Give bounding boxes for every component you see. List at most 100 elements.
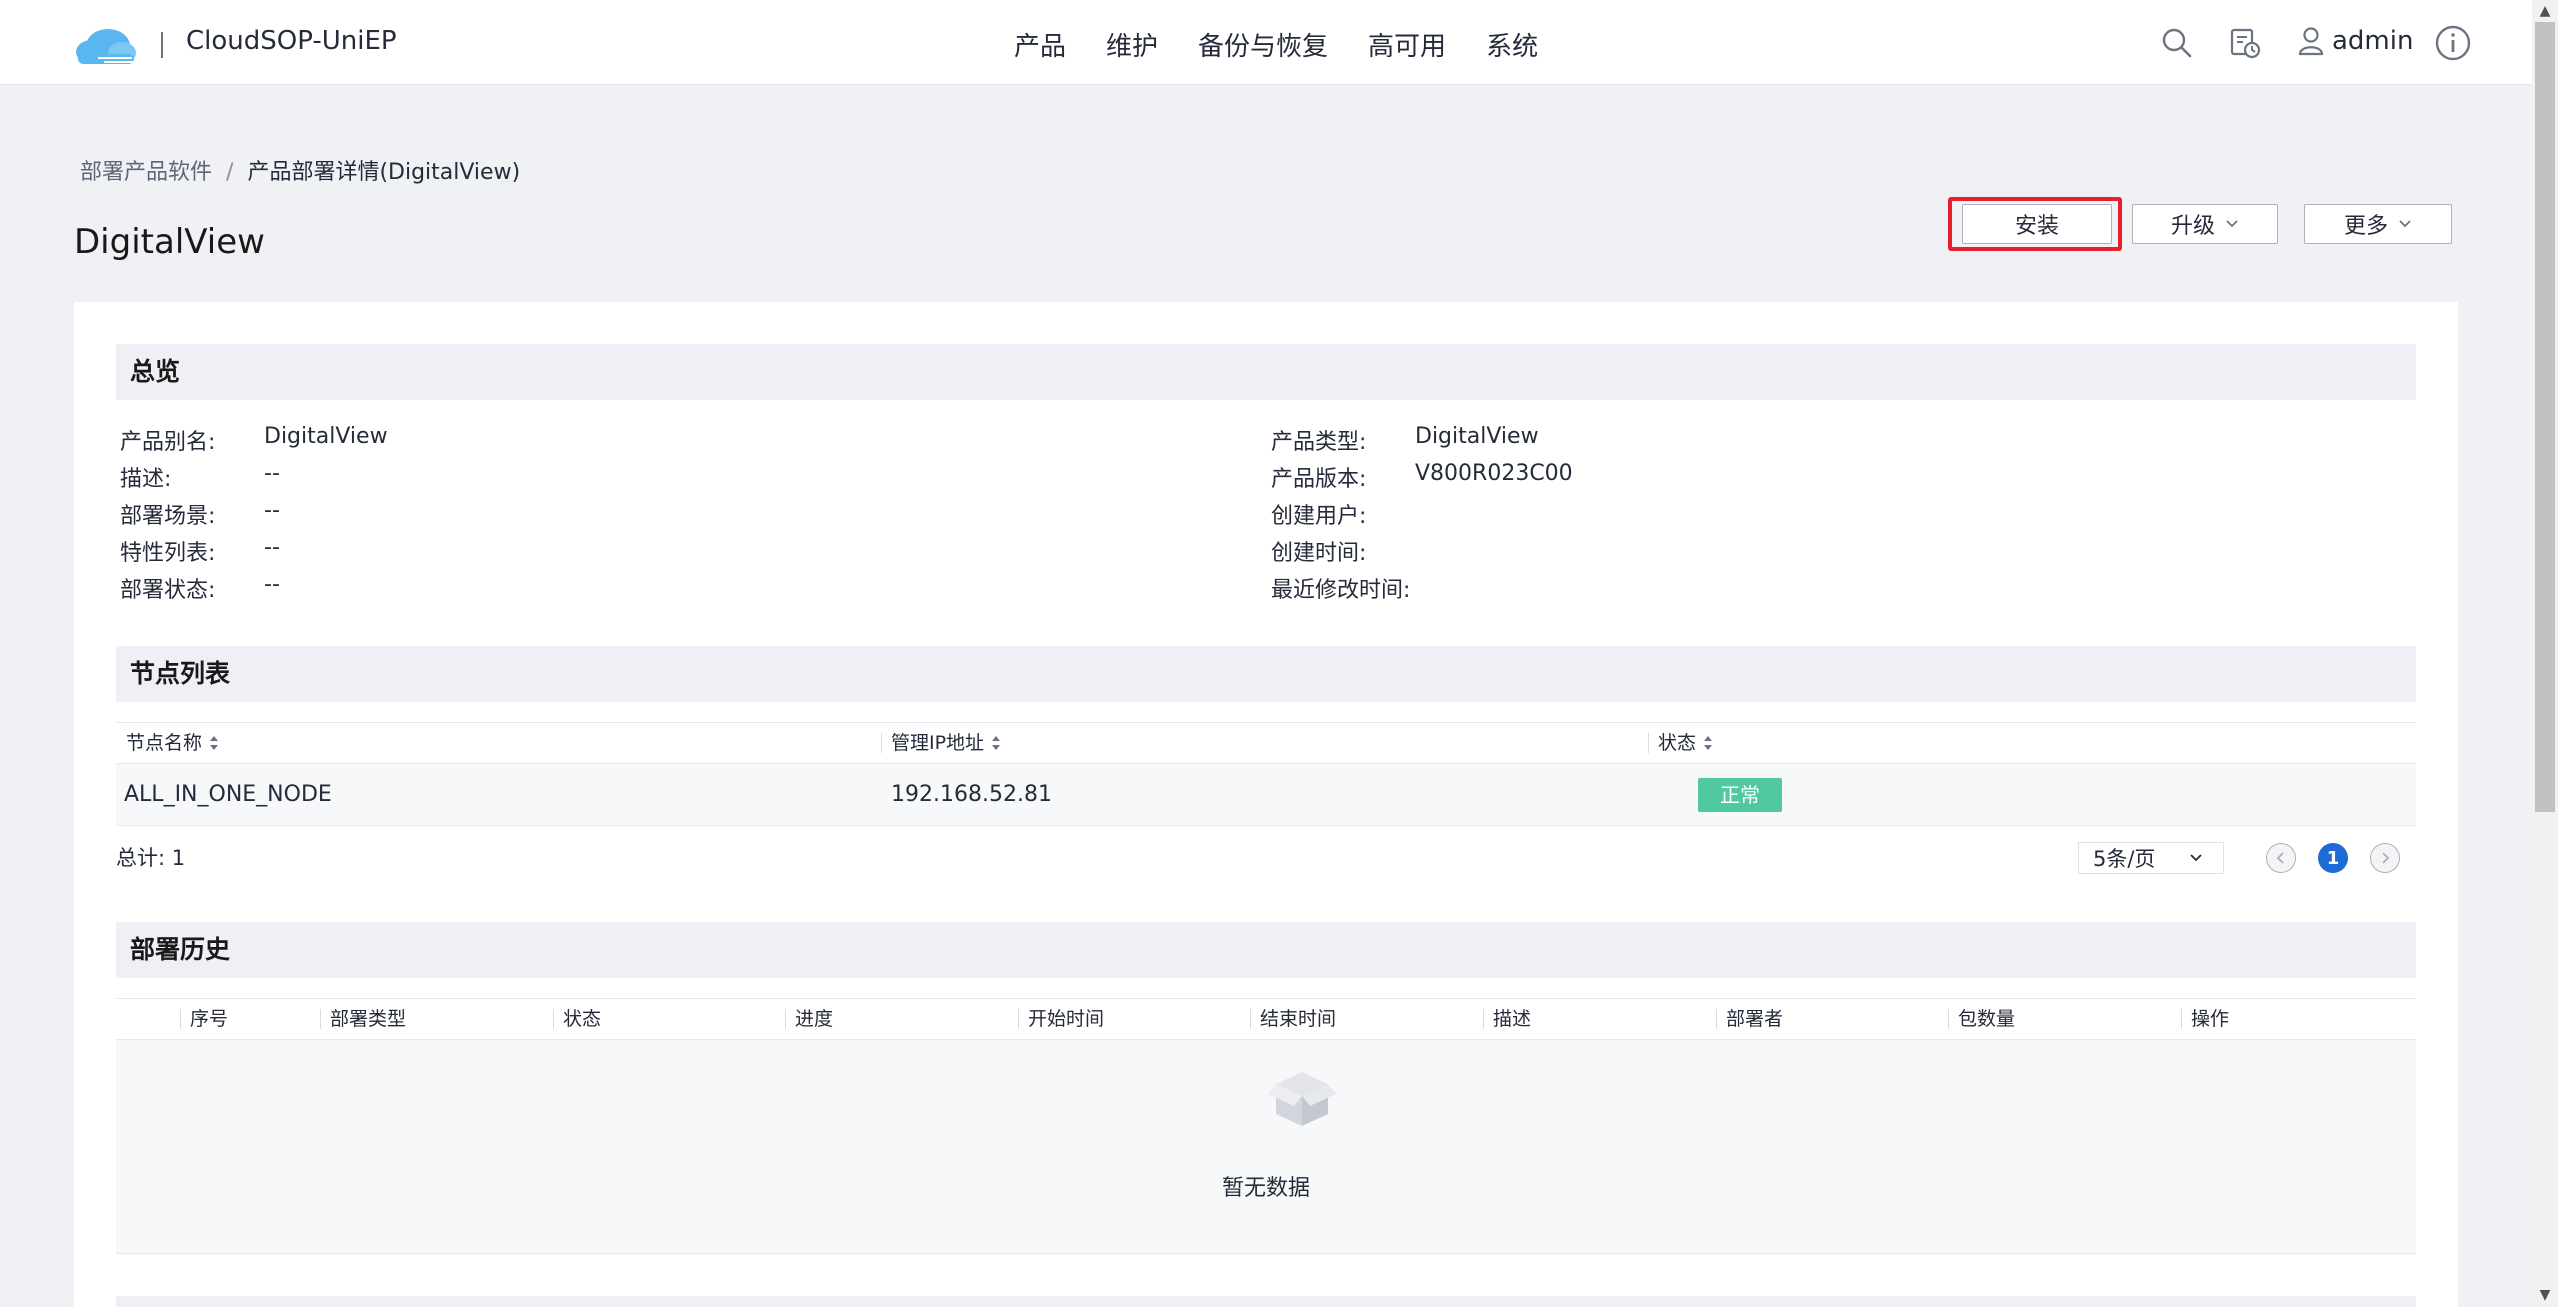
deploy-history-heading: 部署历史 bbox=[116, 922, 2416, 978]
column-header-mgmt-ip[interactable]: 管理IP地址 bbox=[891, 723, 1002, 763]
install-button[interactable]: 安装 bbox=[1962, 204, 2112, 244]
breadcrumb-parent-link[interactable]: 部署产品软件 bbox=[80, 160, 212, 185]
field-label: 描述: bbox=[120, 467, 172, 492]
breadcrumb: 部署产品软件 / 产品部署详情(DigitalView) bbox=[80, 154, 520, 186]
scrollbar-thumb[interactable] bbox=[2535, 22, 2555, 812]
field-label: 产品别名: bbox=[120, 430, 216, 455]
field-label: 产品版本: bbox=[1271, 467, 1367, 492]
install-button-label: 安装 bbox=[2014, 214, 2059, 239]
field-label: 部署状态: bbox=[120, 578, 216, 603]
field-value: -- bbox=[264, 572, 280, 597]
chevron-down-icon bbox=[2190, 854, 2203, 862]
chevron-down-icon bbox=[2399, 220, 2411, 228]
column-divider bbox=[1948, 1009, 1949, 1029]
chevron-right-icon bbox=[2382, 852, 2390, 864]
field-label: 部署场景: bbox=[120, 504, 216, 529]
column-header-label: 状态 bbox=[1658, 732, 1697, 754]
next-page-button[interactable] bbox=[2370, 843, 2400, 873]
column-divider bbox=[180, 1009, 181, 1029]
more-button[interactable]: 更多 bbox=[2304, 204, 2452, 244]
scroll-down-arrow-icon[interactable]: ▼ bbox=[2536, 1286, 2554, 1304]
info-icon[interactable] bbox=[2434, 24, 2472, 62]
main-nav: 产品 维护 备份与恢复 高可用 系统 bbox=[1014, 26, 1538, 63]
column-header-description[interactable]: 描述 bbox=[1493, 999, 1531, 1039]
column-header-status[interactable]: 状态 bbox=[1658, 723, 1714, 763]
page-number-current[interactable]: 1 bbox=[2318, 843, 2348, 873]
column-divider bbox=[1648, 733, 1649, 753]
column-header-package-count[interactable]: 包数量 bbox=[1958, 999, 2015, 1039]
search-icon[interactable] bbox=[2160, 26, 2194, 60]
field-label: 创建用户: bbox=[1271, 504, 1367, 529]
more-button-label: 更多 bbox=[2343, 214, 2388, 239]
column-divider bbox=[881, 733, 882, 753]
column-header-end-time[interactable]: 结束时间 bbox=[1260, 999, 1336, 1039]
breadcrumb-separator: / bbox=[226, 160, 234, 185]
breadcrumb-current: 产品部署详情(DigitalView) bbox=[247, 160, 521, 185]
column-header-label: 管理IP地址 bbox=[891, 732, 985, 754]
next-section-heading-edge bbox=[116, 1296, 2416, 1307]
field-value: -- bbox=[264, 498, 280, 523]
node-table-header: 节点名称 管理IP地址 状态 bbox=[116, 722, 2416, 764]
field-label: 创建时间: bbox=[1271, 541, 1367, 566]
node-ip-cell: 192.168.52.81 bbox=[891, 782, 1052, 807]
content-card: 总览 产品别名: DigitalView 描述: -- 部署场景: -- 特性列… bbox=[74, 302, 2458, 1307]
status-badge: 正常 bbox=[1698, 778, 1782, 812]
node-name-cell: ALL_IN_ONE_NODE bbox=[124, 782, 332, 807]
column-header-node-name[interactable]: 节点名称 bbox=[126, 723, 220, 763]
column-divider bbox=[553, 1009, 554, 1029]
field-value: DigitalView bbox=[264, 424, 388, 449]
page-size-select[interactable]: 5条/页 bbox=[2078, 842, 2224, 874]
history-empty-state: 暂无数据 bbox=[116, 1040, 2416, 1254]
column-divider bbox=[1018, 1009, 1019, 1029]
column-divider bbox=[1716, 1009, 1717, 1029]
prev-page-button[interactable] bbox=[2266, 843, 2296, 873]
scroll-up-arrow-icon[interactable]: ▲ bbox=[2536, 2, 2554, 20]
field-label: 产品类型: bbox=[1271, 430, 1367, 455]
column-divider bbox=[1483, 1009, 1484, 1029]
nav-item-high-availability[interactable]: 高可用 bbox=[1368, 26, 1446, 63]
app-brand[interactable]: CloudSOP-UniEP bbox=[186, 26, 397, 56]
nav-item-backup-restore[interactable]: 备份与恢复 bbox=[1198, 26, 1328, 63]
brand-divider bbox=[161, 32, 163, 58]
page-title: DigitalView bbox=[74, 222, 265, 262]
sort-icon[interactable] bbox=[1702, 734, 1714, 752]
upgrade-button[interactable]: 升级 bbox=[2132, 204, 2278, 244]
empty-box-icon bbox=[1268, 1072, 1336, 1126]
sort-icon[interactable] bbox=[208, 734, 220, 752]
chevron-left-icon bbox=[2276, 852, 2284, 864]
column-divider bbox=[2181, 1009, 2182, 1029]
column-header-deploy-type[interactable]: 部署类型 bbox=[330, 999, 406, 1039]
cloud-logo-icon[interactable] bbox=[70, 20, 144, 68]
overview-heading: 总览 bbox=[116, 344, 2416, 400]
field-value: DigitalView bbox=[1415, 424, 1539, 449]
table-total: 总计: 1 bbox=[116, 846, 186, 870]
sort-icon[interactable] bbox=[990, 734, 1002, 752]
nav-item-maintenance[interactable]: 维护 bbox=[1106, 26, 1158, 63]
task-monitor-icon[interactable] bbox=[2228, 26, 2262, 60]
user-menu[interactable]: admin bbox=[2298, 26, 2413, 56]
column-header-start-time[interactable]: 开始时间 bbox=[1028, 999, 1104, 1039]
field-value: -- bbox=[264, 535, 280, 560]
table-row[interactable]: ALL_IN_ONE_NODE 192.168.52.81 正常 bbox=[116, 764, 2416, 826]
node-list-heading: 节点列表 bbox=[116, 646, 2416, 702]
user-name: admin bbox=[2332, 26, 2414, 56]
top-bar: CloudSOP-UniEP 产品 维护 备份与恢复 高可用 系统 admin bbox=[0, 0, 2558, 85]
chevron-down-icon bbox=[2226, 220, 2238, 228]
page-size-value: 5条/页 bbox=[2093, 847, 2156, 871]
field-label: 特性列表: bbox=[120, 541, 216, 566]
nav-item-system[interactable]: 系统 bbox=[1486, 26, 1538, 63]
empty-state-text: 暂无数据 bbox=[1221, 1176, 1310, 1201]
nav-item-product[interactable]: 产品 bbox=[1014, 26, 1066, 63]
column-divider bbox=[1250, 1009, 1251, 1029]
field-value: -- bbox=[264, 461, 280, 486]
column-divider bbox=[785, 1009, 786, 1029]
column-header-progress[interactable]: 进度 bbox=[795, 999, 833, 1039]
column-header-deployer[interactable]: 部署者 bbox=[1726, 999, 1783, 1039]
history-table-header: 序号 部署类型 状态 进度 开始时间 结束时间 描述 部署者 包数量 操作 bbox=[116, 998, 2416, 1040]
user-icon bbox=[2298, 27, 2324, 56]
column-header-seq[interactable]: 序号 bbox=[190, 999, 228, 1039]
column-header-operation[interactable]: 操作 bbox=[2191, 999, 2229, 1039]
column-header-status[interactable]: 状态 bbox=[563, 999, 601, 1039]
upgrade-button-label: 升级 bbox=[2170, 214, 2215, 239]
column-divider bbox=[320, 1009, 321, 1029]
